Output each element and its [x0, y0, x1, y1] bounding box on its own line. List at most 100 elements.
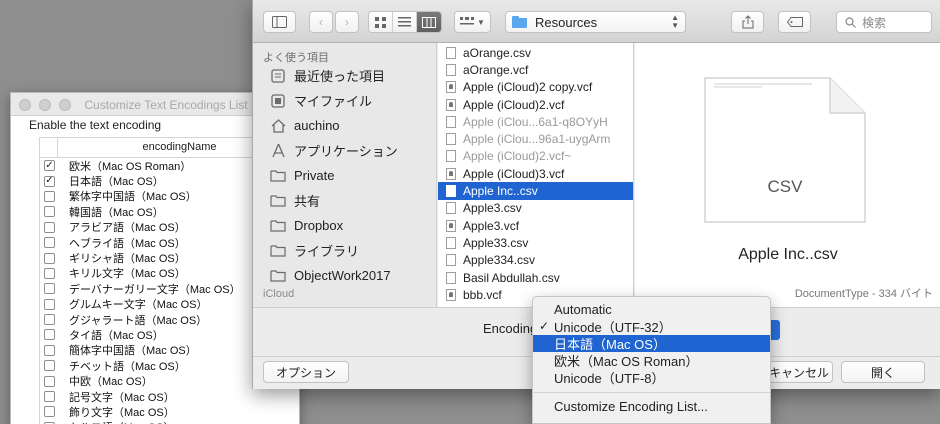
- file-name: Apple334.csv: [463, 253, 536, 268]
- forward-button[interactable]: ›: [335, 11, 359, 33]
- sidebar-toggle-button[interactable]: [263, 11, 296, 33]
- view-mode-control: [368, 11, 442, 33]
- chevron-right-icon: ›: [345, 15, 349, 29]
- file-row[interactable]: Apple33.csv: [438, 234, 633, 251]
- file-row[interactable]: Apple3.csv: [438, 200, 633, 217]
- file-row[interactable]: Basil Abdullah.csv: [438, 269, 633, 286]
- icon-view-button[interactable]: [369, 12, 393, 32]
- chevron-down-icon: ▼: [477, 17, 485, 27]
- encoding-checkbox[interactable]: [44, 391, 55, 403]
- location-name: Resources: [535, 14, 598, 30]
- open-button[interactable]: 開く: [841, 361, 925, 383]
- encoding-menu-item[interactable]: Unicode（UTF-8）: [533, 369, 770, 386]
- encoding-menu-label: Automatic: [554, 302, 612, 317]
- file-name: bbb.vcf: [463, 287, 502, 302]
- encoding-checkbox[interactable]: [44, 267, 55, 279]
- encoding-menu-item[interactable]: 日本語（Mac OS）: [533, 335, 770, 352]
- encoding-name: 中欧（Mac OS）: [69, 376, 153, 389]
- document-icon: [446, 46, 456, 59]
- encoding-checkbox[interactable]: [44, 298, 55, 310]
- file-row[interactable]: Apple (iClou...6a1-q8OYyH: [438, 113, 633, 130]
- sidebar-section-favorites: よく使う項目: [263, 52, 329, 64]
- home-icon: [270, 118, 286, 134]
- file-row[interactable]: Apple (iCloud)2.vcf~: [438, 148, 633, 165]
- back-button[interactable]: ‹: [309, 11, 333, 33]
- encoding-checkbox[interactable]: [44, 314, 55, 326]
- sidebar-item[interactable]: 共有: [253, 188, 436, 213]
- share-button[interactable]: [731, 11, 764, 33]
- encoding-checkbox[interactable]: [44, 190, 55, 202]
- file-row[interactable]: Apple (iCloud)3.vcf: [438, 165, 633, 182]
- encoding-menu-item[interactable]: ✓ Unicode（UTF-32）: [533, 318, 770, 335]
- encoding-checkbox[interactable]: [44, 360, 55, 372]
- search-icon: [845, 16, 856, 28]
- encoding-menu-item[interactable]: Automatic: [533, 301, 770, 318]
- encoding-name: チベット語（Mac OS）: [69, 360, 186, 373]
- encoding-name: 飾り文字（Mac OS）: [69, 406, 175, 419]
- file-row[interactable]: Apple (iClou...96a1-uygArm: [438, 130, 633, 147]
- sidebar-item[interactable]: ObjectWork2017: [253, 263, 436, 288]
- sidebar-item[interactable]: auchino: [253, 113, 436, 138]
- file-name: Apple Inc..csv: [463, 184, 538, 199]
- encoding-name: 韓国語（Mac OS）: [69, 206, 164, 219]
- file-row[interactable]: aOrange.vcf: [438, 61, 633, 78]
- encoding-menu-items: Automatic ✓ Unicode（UTF-32） 日本語（Mac OS） 欧米（M…: [533, 301, 770, 386]
- sidebar-item[interactable]: マイファイル: [253, 88, 436, 113]
- sidebar-section-icloud: iCloud: [263, 288, 295, 300]
- encoding-name: タイ語（Mac OS）: [69, 330, 164, 342]
- encoding-name: 日本語（Mac OS）: [69, 176, 164, 189]
- location-popup[interactable]: Resources ▲ ▼: [505, 11, 686, 33]
- file-row[interactable]: Apple Inc..csv: [438, 182, 633, 200]
- customize-encoding-list-item[interactable]: Customize Encoding List...: [533, 398, 770, 415]
- folder-icon: [270, 193, 286, 209]
- cover-flow-icon: [460, 17, 475, 25]
- encoding-checkbox[interactable]: ✓: [44, 160, 55, 172]
- encoding-name: ギリシャ語（Mac OS）: [69, 253, 186, 266]
- file-row[interactable]: Apple (iCloud)2 copy.vcf: [438, 79, 633, 96]
- group-by-button[interactable]: ▼: [454, 11, 491, 33]
- preview-metadata: DocumentType - 334 バイト: [794, 288, 933, 300]
- encoding-name: キリル文字（Mac OS）: [69, 268, 186, 281]
- encoding-checkbox[interactable]: [44, 344, 55, 356]
- encoding-name: 繁体字中国語（Mac OS）: [69, 191, 197, 204]
- encoding-checkbox[interactable]: [44, 329, 55, 341]
- options-button[interactable]: オプション: [263, 361, 349, 383]
- column-view-button[interactable]: [417, 12, 441, 32]
- vcard-icon: [446, 219, 456, 232]
- encoding-checkbox[interactable]: [44, 237, 55, 249]
- checkbox-column-header[interactable]: [40, 138, 58, 157]
- sidebar-item-label: マイファイル: [294, 94, 373, 109]
- sidebar-icon: [272, 16, 287, 28]
- encoding-checkbox[interactable]: [44, 375, 55, 387]
- sidebar-item-label: ライブラリ: [294, 244, 360, 259]
- file-row[interactable]: Apple3.vcf: [438, 217, 633, 234]
- search-field[interactable]: 検索: [836, 11, 932, 33]
- encoding-name: ヘブライ語（Mac OS）: [69, 237, 186, 250]
- encoding-checkbox[interactable]: [44, 221, 55, 233]
- sidebar-item[interactable]: Dropbox: [253, 213, 436, 238]
- file-name: Basil Abdullah.csv: [463, 270, 560, 285]
- sidebar-item[interactable]: ライブラリ: [253, 238, 436, 263]
- encoding-checkbox[interactable]: ✓: [44, 175, 55, 187]
- file-row[interactable]: Apple (iCloud)2.vcf: [438, 96, 633, 113]
- file-row[interactable]: Apple334.csv: [438, 252, 633, 269]
- encoding-checkbox[interactable]: [44, 206, 55, 218]
- sidebar-item[interactable]: アプリケーション: [253, 138, 436, 163]
- encoding-checkbox[interactable]: [44, 283, 55, 295]
- applications-icon: [270, 143, 286, 159]
- encoding-checkbox[interactable]: [44, 406, 55, 418]
- encoding-checkbox[interactable]: [44, 252, 55, 264]
- encoding-menu-item[interactable]: 欧米（Mac OS Roman）: [533, 352, 770, 369]
- encoding-name: グルムキー文字（Mac OS）: [69, 299, 208, 312]
- file-row[interactable]: aOrange.csv: [438, 44, 633, 61]
- file-list-column: aOrange.csv aOrange.vcf Apple (iCloud)2 co…: [438, 43, 634, 307]
- sidebar-item[interactable]: Private: [253, 163, 436, 188]
- tags-button[interactable]: [778, 11, 811, 33]
- list-icon: [398, 17, 411, 27]
- sidebar-item[interactable]: 最近使った項目: [253, 63, 436, 88]
- document-icon: [446, 115, 456, 128]
- sidebar-item-label: Private: [294, 168, 335, 183]
- list-view-button[interactable]: [393, 12, 417, 32]
- document-type-label: CSV: [767, 177, 803, 196]
- encoding-name: トルコ語（Mac OS）: [69, 419, 175, 424]
